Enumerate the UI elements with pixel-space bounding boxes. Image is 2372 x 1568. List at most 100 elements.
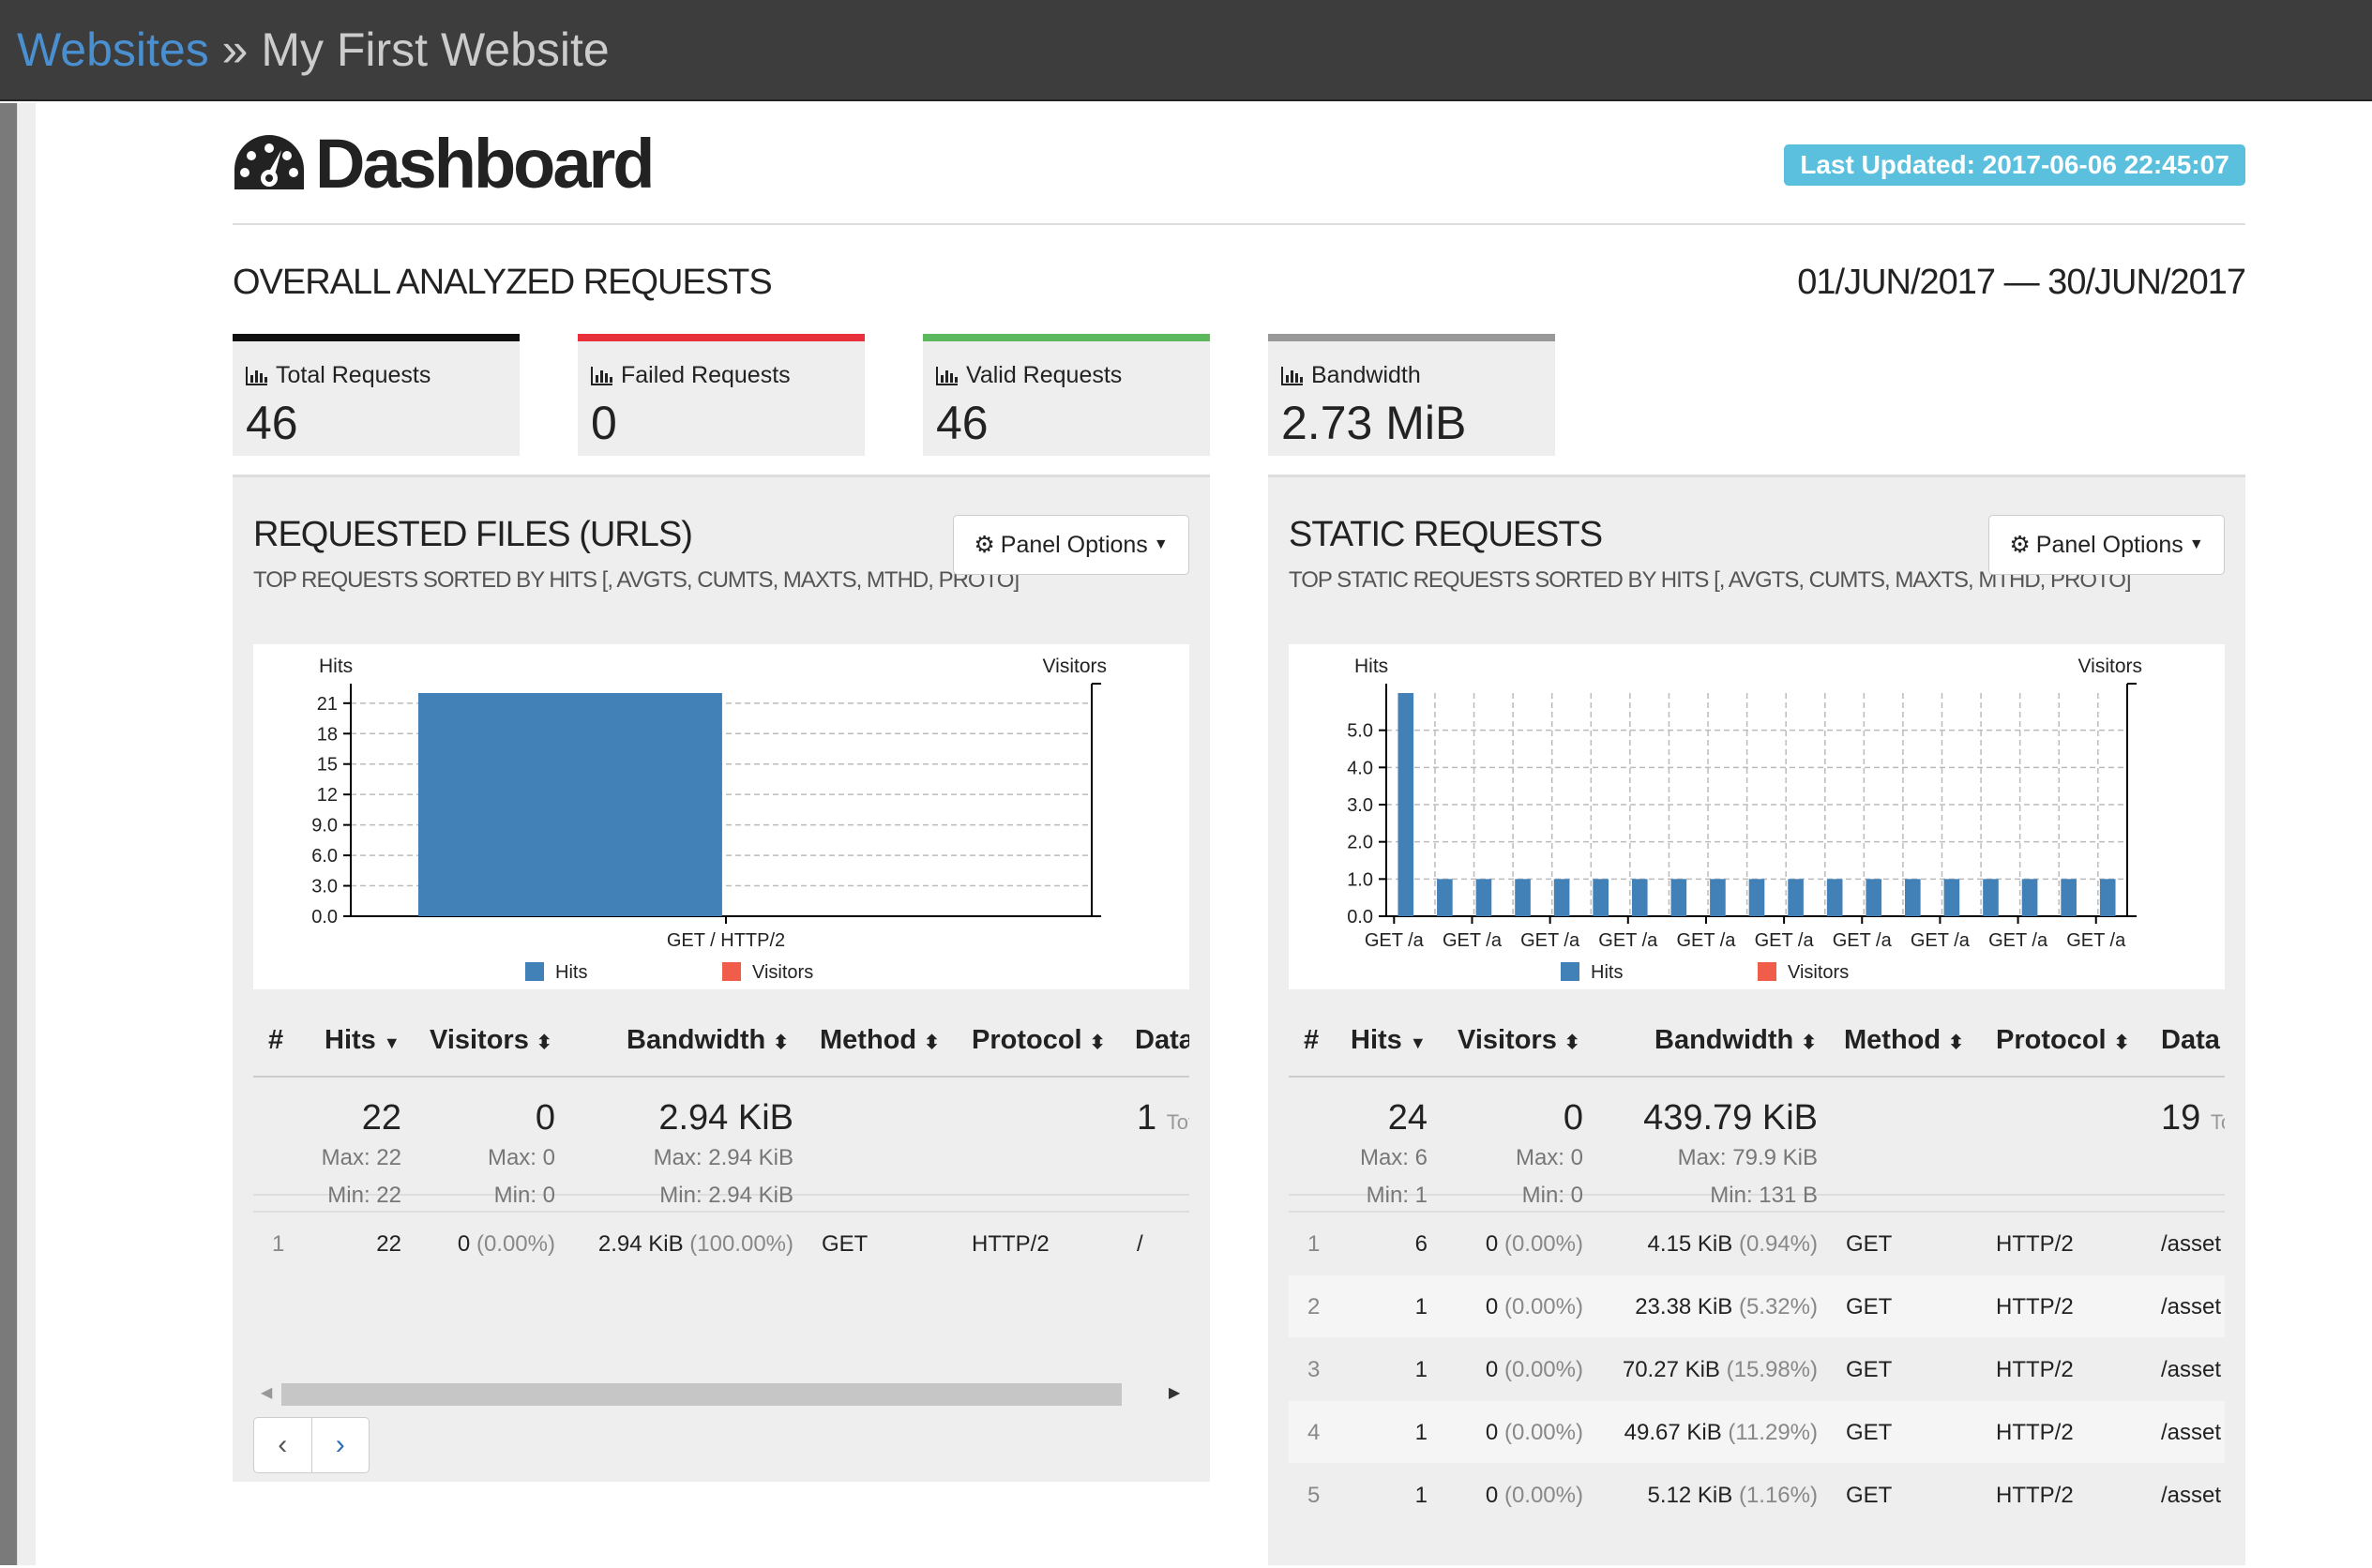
row-protocol: HTTP/2 [1996, 1483, 2074, 1508]
col-data[interactable]: Data [1135, 1025, 1189, 1056]
y-tick-label: 1.0 [1347, 869, 1373, 890]
sort-icon: ⬍ [2113, 1033, 2130, 1053]
panel-options-button[interactable]: ⚙ Panel Options ▼ [953, 515, 1189, 575]
breadcrumb-websites-link[interactable]: Websites [17, 23, 209, 76]
hits-bar [1553, 879, 1570, 916]
col-method[interactable]: Method ⬍ [820, 1025, 940, 1056]
hits-bar [1826, 879, 1843, 916]
sum-bandwidth: 2.94 KiB [658, 1098, 793, 1138]
row-bandwidth-pct: (5.32%) [1738, 1294, 1818, 1319]
card-value: 46 [936, 397, 989, 449]
row-visitors: 0 (0.00%) [1486, 1420, 1583, 1446]
sum-bandwidth-min: Min: 131 B [1710, 1183, 1818, 1208]
row-num: 4 [1307, 1420, 1321, 1445]
x-tick-label: GET /a [1833, 930, 1893, 951]
prev-page-button[interactable]: ‹ [254, 1418, 311, 1472]
y-tick-label: 15 [317, 755, 338, 776]
col-hits-label: Hits [1351, 1025, 1402, 1055]
divider [233, 223, 2245, 225]
scrollbar-thumb[interactable] [281, 1383, 1122, 1406]
table-row[interactable]: 2 1 0 (0.00%) 23.38 KiB (5.32%) GET HTTP/2/as… [1289, 1275, 2225, 1337]
sum-visitors-min: Min: 0 [493, 1183, 555, 1208]
sum-hits-min: Min: 1 [1366, 1183, 1428, 1208]
card-value: 2.73 MiB [1281, 397, 1467, 449]
overall-title: OVERALL ANALYZED REQUESTS [233, 263, 773, 302]
row-visitors-pct: (0.00%) [1503, 1420, 1583, 1445]
hits-bar [1670, 879, 1687, 916]
sum-data: 1 Tot [1137, 1098, 1189, 1138]
horizontal-scrollbar[interactable]: ◀ ▶ [253, 1380, 1180, 1408]
row-data: /asset [2161, 1294, 2222, 1319]
row-visitors-pct: (0.00%) [1503, 1231, 1583, 1257]
requests-table: # Hits ▼ Visitors ⬍ Bandwidth ⬍ Method ⬍… [253, 1003, 1189, 1284]
sum-hits-max: Max: 22 [321, 1145, 401, 1170]
row-method: GET [1846, 1357, 1893, 1382]
col-protocol[interactable]: Protocol ⬍ [972, 1025, 1105, 1056]
row-visitors: 0 (0.00%) [1486, 1483, 1583, 1509]
scroll-right-arrow-icon[interactable]: ▶ [1169, 1383, 1180, 1402]
row-bandwidth: 49.67 KiB (11.29%) [1624, 1420, 1818, 1446]
panel-options-button[interactable]: ⚙ Panel Options ▼ [1988, 515, 2225, 575]
panel-title: REQUESTED FILES (URLS) [253, 515, 693, 554]
hits-bar [2099, 879, 2116, 916]
row-num: 1 [272, 1231, 285, 1257]
date-range: 01/JUN/2017 — 30/JUN/2017 [1797, 263, 2246, 302]
breadcrumb-separator: » [221, 23, 249, 76]
col-method-label: Method [820, 1025, 917, 1055]
panel-subtitle: TOP REQUESTS SORTED BY HITS [, AVGTS, CU… [253, 567, 1020, 593]
col-hits[interactable]: Hits ▼ [325, 1025, 400, 1056]
col-bandwidth-label: Bandwidth [627, 1025, 766, 1055]
card-value: 0 [591, 397, 617, 449]
hits-bar [1475, 879, 1492, 916]
row-method: GET [1846, 1231, 1893, 1257]
sum-visitors-max: Max: 0 [1515, 1145, 1583, 1170]
row-bandwidth-pct: (15.98%) [1726, 1357, 1818, 1382]
row-visitors-value: 0 [1485, 1420, 1499, 1445]
row-visitors: 0 (0.00%) [1486, 1231, 1583, 1258]
col-protocol-label: Protocol [972, 1025, 1082, 1055]
col-hits[interactable]: Hits ▼ [1351, 1025, 1427, 1056]
row-bandwidth: 23.38 KiB (5.32%) [1635, 1294, 1818, 1320]
col-bandwidth[interactable]: Bandwidth ⬍ [627, 1025, 789, 1056]
col-visitors[interactable]: Visitors ⬍ [430, 1025, 552, 1056]
col-bandwidth[interactable]: Bandwidth ⬍ [1654, 1025, 1817, 1056]
hits-bar [1788, 879, 1804, 916]
row-bandwidth-value: 23.38 KiB [1635, 1294, 1733, 1319]
hits-bar [1398, 693, 1414, 916]
next-page-button[interactable]: › [310, 1418, 370, 1472]
table-row[interactable]: 1 22 0 (0.00%) 2.94 KiB (100.00%) GET HT… [253, 1213, 1189, 1274]
sum-bandwidth: 439.79 KiB [1643, 1098, 1818, 1138]
col-method[interactable]: Method ⬍ [1844, 1025, 1964, 1056]
row-num: 2 [1307, 1294, 1321, 1319]
x-tick-label: GET /a [1443, 930, 1503, 951]
top-bar: Websites » My First Website [0, 0, 2372, 101]
table-row[interactable]: 3 1 0 (0.00%) 70.27 KiB (15.98%) GET HTTP/2/a… [1289, 1338, 2225, 1400]
table-row[interactable]: 5 1 0 (0.00%) 5.12 KiB (1.16%) GET HTTP/2/ass… [1289, 1464, 2225, 1526]
table-row[interactable]: 1 6 0 (0.00%) 4.15 KiB (0.94%) GET HTTP/2/ass… [1289, 1213, 2225, 1274]
y-tick-label: 3.0 [311, 877, 338, 897]
row-visitors-value: 0 [1485, 1483, 1499, 1508]
hits-bar [1983, 879, 1999, 916]
sum-data-tail: Tot [1166, 1110, 1189, 1134]
hits-bar [1943, 879, 1960, 916]
sum-data-value: 1 [1137, 1098, 1157, 1138]
bar-chart-icon [591, 366, 612, 385]
row-method: GET [1846, 1483, 1893, 1508]
table-row[interactable]: 4 1 0 (0.00%) 49.67 KiB (11.29%) GET HTTP/2/a… [1289, 1401, 2225, 1463]
scroll-left-arrow-icon[interactable]: ◀ [261, 1383, 272, 1402]
summary-row: 24 Max: 6 Min: 1 0 Max: 0 Min: 0 439.79 … [1289, 1079, 2225, 1208]
col-data[interactable]: Data [2161, 1025, 2220, 1056]
row-visitors: 0 (0.00%) [1486, 1294, 1583, 1320]
row-hits: 1 [1414, 1420, 1428, 1445]
col-visitors[interactable]: Visitors ⬍ [1458, 1025, 1580, 1056]
row-data: / [1137, 1231, 1143, 1257]
sum-hits: 24 [1387, 1098, 1428, 1138]
row-protocol: HTTP/2 [1996, 1420, 2074, 1445]
bar-chart-icon [246, 366, 267, 385]
gear-icon: ⚙ [2009, 532, 2031, 558]
col-visitors-label: Visitors [1458, 1025, 1557, 1055]
sort-icon: ⬍ [536, 1033, 552, 1053]
hits-bar [1866, 879, 1882, 916]
chevron-left-icon: ‹ [278, 1429, 288, 1460]
col-protocol[interactable]: Protocol ⬍ [1996, 1025, 2129, 1056]
